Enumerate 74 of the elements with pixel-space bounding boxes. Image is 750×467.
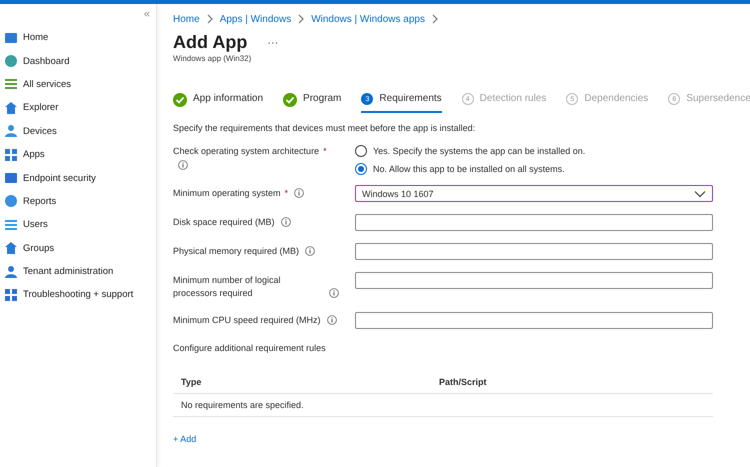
wizard-step[interactable]: Program bbox=[283, 93, 342, 111]
chevron-icon bbox=[206, 14, 214, 24]
nav-icon bbox=[4, 100, 18, 115]
check-icon bbox=[173, 93, 187, 107]
info-icon bbox=[178, 160, 188, 170]
nav-icon bbox=[4, 194, 18, 208]
page-subtitle: Windows app (Win32) bbox=[173, 54, 252, 63]
column-header: Type bbox=[181, 377, 202, 387]
nav-item[interactable]: Home bbox=[0, 26, 156, 50]
nav-icon bbox=[4, 264, 18, 279]
collapse-button[interactable]: « bbox=[0, 8, 156, 26]
nav-icon bbox=[4, 171, 18, 186]
field-label: Minimum CPU speed required (MHz) bbox=[173, 314, 321, 327]
radio-option[interactable]: Yes. Specify the systems the app can be installed on. bbox=[355, 145, 586, 157]
input-field[interactable] bbox=[355, 243, 713, 260]
check-icon bbox=[283, 93, 298, 107]
nav-item[interactable]: Groups bbox=[0, 236, 156, 260]
nav-item[interactable]: Apps bbox=[0, 142, 156, 166]
chevron-down-icon bbox=[694, 190, 706, 198]
radio-button[interactable] bbox=[355, 145, 367, 157]
column-header: Path/Script bbox=[439, 377, 487, 387]
step-label: Dependencies bbox=[584, 93, 648, 104]
nav-item[interactable]: Tenant administration bbox=[0, 260, 156, 284]
input-field[interactable] bbox=[355, 214, 713, 231]
nav-item[interactable]: Dashboard bbox=[0, 49, 156, 73]
nav-icon bbox=[4, 288, 18, 302]
info-icon bbox=[294, 188, 304, 198]
field-label: Check operating system architecture bbox=[173, 146, 320, 156]
section-heading: Configure additional requirement rules bbox=[173, 343, 327, 353]
field-label: Disk space required (MB) bbox=[173, 216, 275, 229]
nav-icon bbox=[4, 30, 18, 45]
add-link[interactable]: + Add bbox=[173, 434, 196, 444]
chevron-icon bbox=[297, 14, 306, 24]
nav-item[interactable]: Explorer bbox=[0, 96, 156, 120]
breadcrumb-link[interactable]: Windows | Windows apps bbox=[311, 14, 425, 24]
field-label: Minimum operating system bbox=[173, 187, 281, 200]
info-icon bbox=[326, 315, 337, 325]
os-dropdown[interactable]: Windows 10 1607 bbox=[355, 185, 713, 202]
nav-icon bbox=[4, 54, 18, 68]
step-label: Program bbox=[303, 93, 342, 104]
breadcrumb-link[interactable]: Home bbox=[173, 14, 200, 24]
description: Specify the requirements that devices must meet before the app is installed: bbox=[173, 123, 476, 133]
nav-icon bbox=[4, 241, 18, 256]
chevron-icon bbox=[430, 14, 439, 24]
breadcrumb-link[interactable]: Apps | Windows bbox=[220, 14, 292, 24]
required-marker: * bbox=[323, 146, 327, 156]
step-label: Detection rules bbox=[480, 93, 546, 104]
page-title: Add App bbox=[173, 32, 248, 53]
nav-item[interactable]: All services bbox=[0, 72, 156, 96]
nav-icon bbox=[4, 124, 18, 138]
nav-item[interactable]: Devices bbox=[0, 120, 156, 143]
info-icon bbox=[305, 246, 316, 256]
step-label: Supersedence bbox=[686, 93, 750, 104]
step-label: Requirements bbox=[379, 93, 442, 104]
step-label: App information bbox=[193, 93, 264, 104]
nav-item[interactable]: Troubleshooting + support bbox=[0, 283, 156, 307]
nav-item[interactable]: Users bbox=[0, 213, 156, 237]
more-button[interactable]: ··· bbox=[267, 36, 278, 48]
info-icon bbox=[280, 217, 291, 227]
field-label: Physical memory required (MB) bbox=[173, 245, 300, 258]
required-marker: * bbox=[284, 187, 288, 200]
empty-message: No requirements are specified. bbox=[181, 400, 304, 410]
input-field[interactable] bbox=[355, 312, 713, 329]
field-label: Minimum number of logical processors required bbox=[173, 274, 282, 300]
nav-icon bbox=[4, 218, 18, 232]
nav-icon bbox=[4, 77, 18, 92]
wizard-step[interactable]: App information bbox=[173, 93, 264, 111]
input-field[interactable] bbox=[355, 272, 713, 289]
nav-item[interactable]: Reports bbox=[0, 190, 156, 214]
nav-item[interactable]: Endpoint security bbox=[0, 166, 156, 190]
nav-icon bbox=[4, 148, 18, 162]
radio-option[interactable]: No. Allow this app to be installed on all systems. bbox=[355, 163, 586, 175]
radio-button[interactable] bbox=[355, 163, 367, 175]
info-icon bbox=[329, 288, 339, 298]
